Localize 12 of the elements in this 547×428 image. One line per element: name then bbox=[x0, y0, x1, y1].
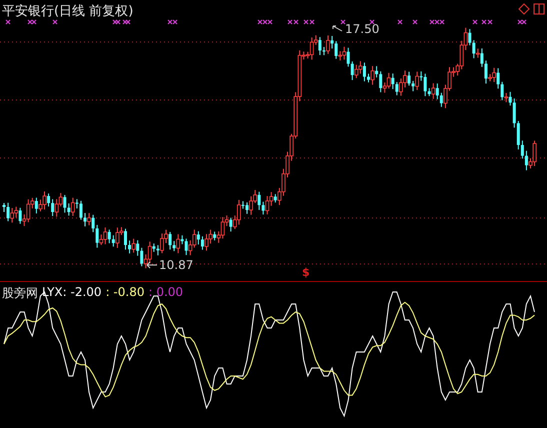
arrow-icon bbox=[332, 25, 344, 33]
price-label: 17.50 bbox=[345, 22, 380, 36]
price-label: 10.87 bbox=[159, 258, 194, 272]
window-icon[interactable] bbox=[533, 3, 545, 15]
indicator-name: 股旁网 bbox=[2, 285, 38, 302]
chart-title: 平安银行(日线 前复权) bbox=[2, 3, 134, 20]
indicator-value: : -0.80 bbox=[106, 285, 144, 301]
indicator-value: : 0.00 bbox=[148, 285, 184, 301]
indicator-value: LYX: -2.00 bbox=[42, 285, 102, 301]
signal-marker: $ bbox=[302, 266, 310, 279]
diamond-icon[interactable] bbox=[518, 3, 530, 15]
arrow-icon bbox=[146, 261, 158, 269]
